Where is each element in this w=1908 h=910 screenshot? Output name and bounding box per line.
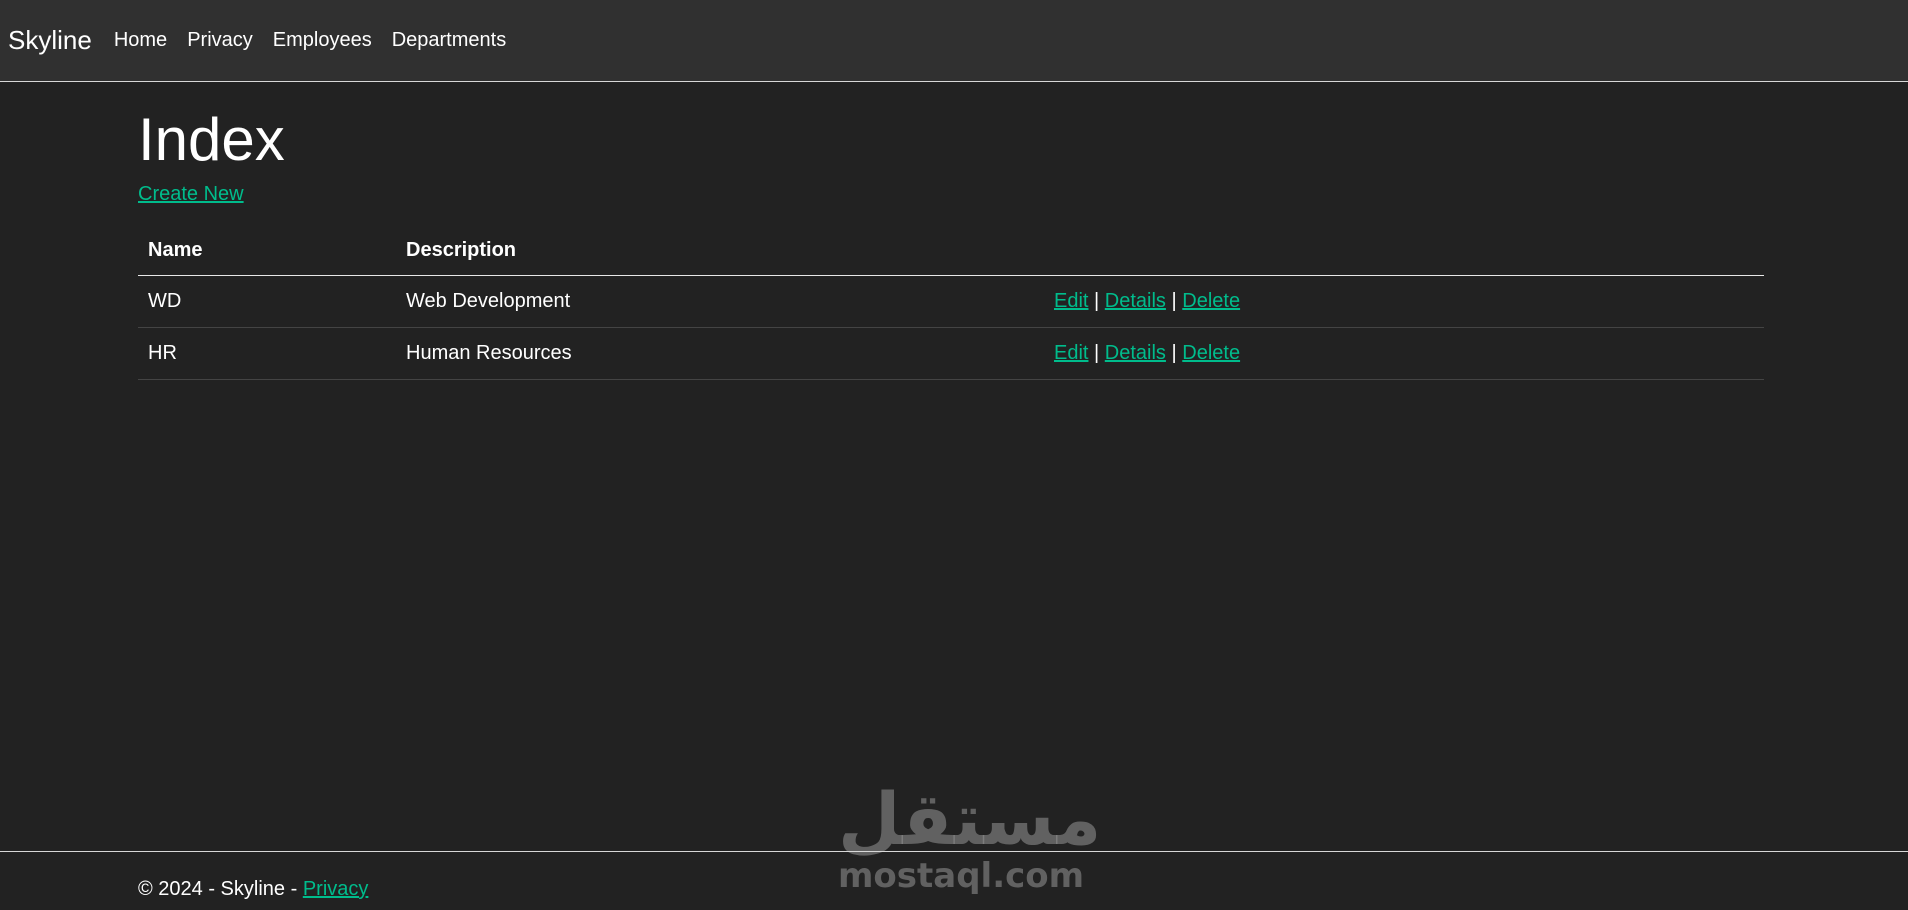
separator: | [1094,290,1100,312]
nav-item-home[interactable]: Home [114,29,167,52]
cell-actions: Edit | Details | Delete [1044,275,1764,328]
separator: | [1094,342,1100,364]
edit-link[interactable]: Edit [1054,342,1088,364]
separator: | [1171,342,1177,364]
separator: | [1171,290,1177,312]
main-content: Index Create New Name Description WD Web… [138,82,1764,380]
column-header-actions [1044,226,1764,276]
column-header-name: Name [138,226,396,276]
create-new-link[interactable]: Create New [138,183,244,206]
column-header-description: Description [396,226,1044,276]
nav-item-privacy[interactable]: Privacy [187,29,253,52]
footer-privacy-link[interactable]: Privacy [303,878,369,900]
footer-text: © 2024 - Skyline - Privacy [138,878,368,901]
cell-description: Web Development [396,275,1044,328]
details-link[interactable]: Details [1105,290,1166,312]
cell-name: HR [138,327,396,380]
nav-item-departments[interactable]: Departments [392,29,507,52]
top-navbar: Skyline Home Privacy Employees Departmen… [0,0,1908,82]
departments-table: Name Description WD Web Development Edit… [138,226,1764,380]
cell-name: WD [138,275,396,328]
details-link[interactable]: Details [1105,342,1166,364]
cell-actions: Edit | Details | Delete [1044,327,1764,380]
table-row: HR Human Resources Edit | Details | Dele… [138,327,1764,380]
edit-link[interactable]: Edit [1054,290,1088,312]
delete-link[interactable]: Delete [1182,290,1240,312]
cell-description: Human Resources [396,327,1044,380]
footer-copyright: © 2024 - Skyline - [138,878,303,900]
page-title: Index [138,106,285,173]
watermark-arabic: مستقل [838,777,1102,861]
table-header-row: Name Description [138,226,1764,276]
footer: © 2024 - Skyline - Privacy [0,851,1908,910]
brand-link[interactable]: Skyline [8,25,92,56]
nav-item-employees[interactable]: Employees [273,29,372,52]
delete-link[interactable]: Delete [1182,342,1240,364]
table-row: WD Web Development Edit | Details | Dele… [138,275,1764,328]
